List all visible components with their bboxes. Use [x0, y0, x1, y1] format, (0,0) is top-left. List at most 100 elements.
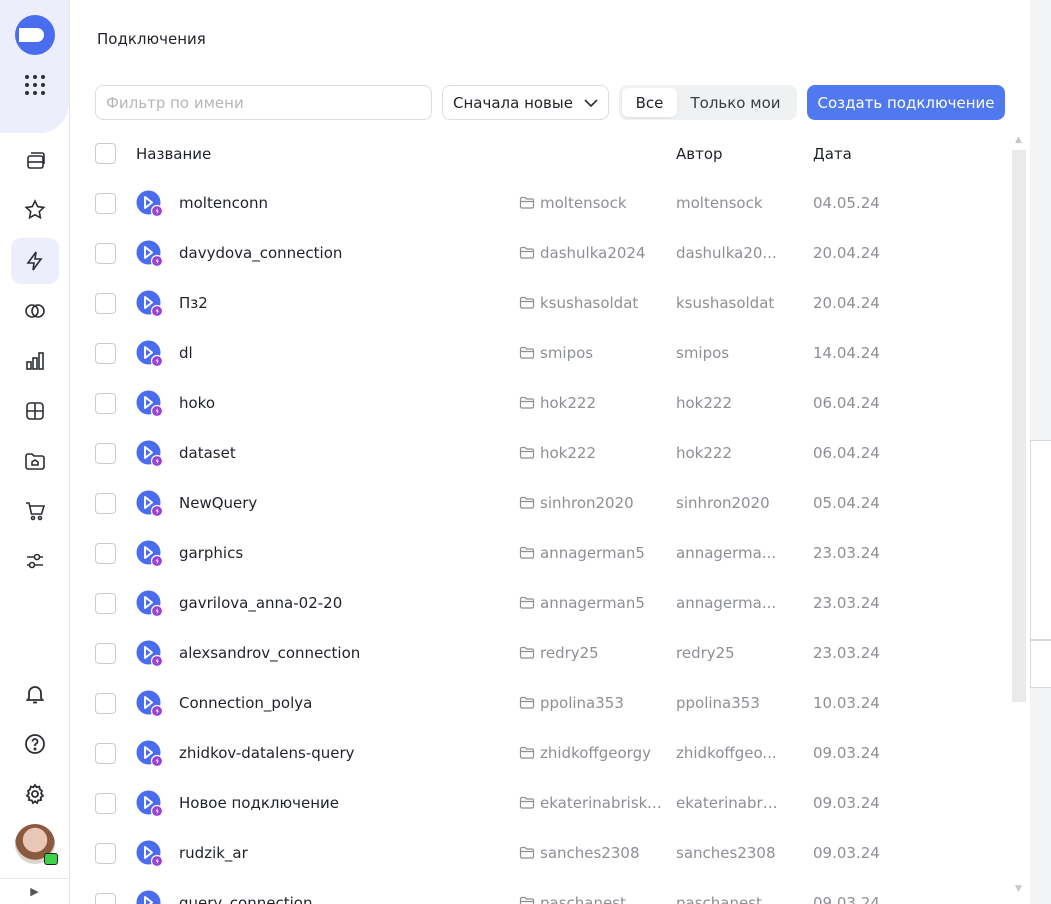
- connection-name[interactable]: query_connection: [179, 894, 312, 904]
- row-checkbox[interactable]: [95, 443, 116, 464]
- table-row[interactable]: zhidkov-datalens-query zhidkoffgeorgy zhid…: [70, 729, 1010, 779]
- connection-name[interactable]: alexsandrov_connection: [179, 644, 360, 662]
- bell-icon: [25, 686, 45, 704]
- datalens-logo-icon[interactable]: [15, 15, 55, 55]
- connection-name[interactable]: hoko: [179, 394, 215, 412]
- connection-name[interactable]: dl: [179, 344, 193, 362]
- row-checkbox[interactable]: [95, 193, 116, 214]
- sidebar-expand-button[interactable]: ▶: [0, 878, 69, 904]
- row-checkbox[interactable]: [95, 393, 116, 414]
- star-icon: [24, 199, 46, 220]
- connection-name[interactable]: davydova_connection: [179, 244, 342, 262]
- connection-author: annagerma...: [676, 544, 777, 562]
- row-checkbox[interactable]: [95, 693, 116, 714]
- row-checkbox[interactable]: [95, 593, 116, 614]
- connection-folder[interactable]: sanches2308: [519, 844, 667, 862]
- sidebar-item-datasets[interactable]: [11, 288, 59, 334]
- sidebar-item-collections[interactable]: [11, 138, 59, 184]
- sidebar-item-charts[interactable]: [11, 338, 59, 384]
- sidebar-item-settings-filters[interactable]: [11, 538, 59, 584]
- table-row[interactable]: query_connection paschanest paschanest 09.0…: [70, 879, 1010, 904]
- author-scope-segmented-control: Все Только мои: [619, 85, 797, 120]
- row-checkbox[interactable]: [95, 543, 116, 564]
- row-checkbox[interactable]: [95, 243, 116, 264]
- connection-name[interactable]: garphics: [179, 544, 243, 562]
- name-filter-input[interactable]: [95, 85, 432, 120]
- expand-triangle-icon: ▶: [30, 885, 39, 898]
- sidebar-item-notifications[interactable]: [11, 671, 59, 717]
- segment-only-mine[interactable]: Только мои: [677, 88, 794, 117]
- connection-name[interactable]: NewQuery: [179, 494, 257, 512]
- connection-type-icon: [136, 890, 161, 904]
- row-checkbox[interactable]: [95, 293, 116, 314]
- table-row[interactable]: rudzik_ar sanches2308 sanches2308 09.03.24: [70, 829, 1010, 879]
- apps-grid-icon[interactable]: [24, 74, 46, 96]
- connection-name[interactable]: zhidkov-datalens-query: [179, 744, 355, 762]
- scroll-down-arrow-icon[interactable]: ▼: [1015, 884, 1025, 894]
- connection-folder[interactable]: annagerman5: [519, 594, 667, 612]
- row-checkbox[interactable]: [95, 893, 116, 904]
- row-checkbox[interactable]: [95, 343, 116, 364]
- connection-name[interactable]: Connection_polya: [179, 694, 312, 712]
- table-row[interactable]: NewQuery sinhron2020 sinhron2020 05.04.24: [70, 479, 1010, 529]
- connection-name[interactable]: Пз2: [179, 294, 208, 312]
- connection-name[interactable]: moltenconn: [179, 194, 268, 212]
- connection-date: 04.05.24: [813, 194, 880, 212]
- connection-folder[interactable]: dashulka2024: [519, 244, 667, 262]
- connection-folder[interactable]: redry25: [519, 644, 667, 662]
- segment-all[interactable]: Все: [622, 88, 677, 117]
- connection-folder[interactable]: moltensock: [519, 194, 667, 212]
- connection-folder[interactable]: annagerman5: [519, 544, 667, 562]
- table-row[interactable]: Пз2 ksushasoldat ksushasoldat 20.04.24: [70, 279, 1010, 329]
- connection-name[interactable]: Новое подключение: [179, 794, 339, 812]
- row-checkbox[interactable]: [95, 843, 116, 864]
- connection-name[interactable]: rudzik_ar: [179, 844, 248, 862]
- sidebar-item-dashboards[interactable]: [11, 388, 59, 434]
- sidebar-item-help[interactable]: [11, 721, 59, 767]
- row-checkbox[interactable]: [95, 743, 116, 764]
- table-row[interactable]: hoko hok222 hok222 06.04.24: [70, 379, 1010, 429]
- column-header-date[interactable]: Дата: [813, 145, 852, 163]
- connection-folder[interactable]: ppolina353: [519, 694, 667, 712]
- sidebar-item-connections[interactable]: [11, 238, 59, 284]
- sort-select[interactable]: Сначала новые: [442, 85, 609, 120]
- create-connection-button[interactable]: Создать подключение: [807, 85, 1005, 120]
- table-row[interactable]: dataset hok222 hok222 06.04.24: [70, 429, 1010, 479]
- table-row[interactable]: gavrilova_anna-02-20 annagerman5 annagerma…: [70, 579, 1010, 629]
- row-checkbox[interactable]: [95, 643, 116, 664]
- folder-icon: [519, 846, 535, 859]
- row-checkbox[interactable]: [95, 793, 116, 814]
- connection-folder[interactable]: zhidkoffgeorgy: [519, 744, 667, 762]
- connection-name[interactable]: gavrilova_anna-02-20: [179, 594, 342, 612]
- sidebar-item-settings[interactable]: [11, 771, 59, 817]
- row-checkbox[interactable]: [95, 493, 116, 514]
- scrollbar-thumb[interactable]: [1012, 150, 1026, 702]
- connection-folder[interactable]: ksushasoldat: [519, 294, 667, 312]
- connection-folder[interactable]: smipos: [519, 344, 667, 362]
- sidebar-item-workbooks[interactable]: [11, 438, 59, 484]
- connection-folder[interactable]: hok222: [519, 394, 667, 412]
- connection-folder[interactable]: sinhron2020: [519, 494, 667, 512]
- sidebar-item-favorites[interactable]: [11, 187, 59, 233]
- select-all-checkbox[interactable]: [95, 143, 116, 164]
- folder-icon: [519, 696, 535, 709]
- table-row[interactable]: Новое подключение ekaterinabrisko... ekate…: [70, 779, 1010, 829]
- table-row[interactable]: davydova_connection dashulka2024 dashulka2…: [70, 229, 1010, 279]
- table-row[interactable]: alexsandrov_connection redry25 redry25 23.0…: [70, 629, 1010, 679]
- table-row[interactable]: Connection_polya ppolina353 ppolina353 10.0…: [70, 679, 1010, 729]
- chevron-down-icon: [584, 98, 598, 107]
- table-row[interactable]: moltenconn moltensock moltensock 04.05.24: [70, 179, 1010, 229]
- column-header-name[interactable]: Название: [136, 145, 211, 163]
- table-row[interactable]: garphics annagerman5 annagerma... 23.03.24: [70, 529, 1010, 579]
- scroll-up-arrow-icon[interactable]: ▲: [1015, 135, 1025, 145]
- connection-author: ekaterinabri...: [676, 794, 778, 812]
- connection-folder[interactable]: paschanest: [519, 894, 667, 904]
- connection-author: hok222: [676, 444, 733, 462]
- connection-folder[interactable]: ekaterinabrisko...: [519, 794, 667, 812]
- connection-folder-label: moltensock: [540, 194, 627, 212]
- column-header-author[interactable]: Автор: [676, 145, 723, 163]
- connection-name[interactable]: dataset: [179, 444, 236, 462]
- sidebar-item-marketplace[interactable]: [11, 488, 59, 534]
- connection-folder[interactable]: hok222: [519, 444, 667, 462]
- table-row[interactable]: dl smipos smipos 14.04.24: [70, 329, 1010, 379]
